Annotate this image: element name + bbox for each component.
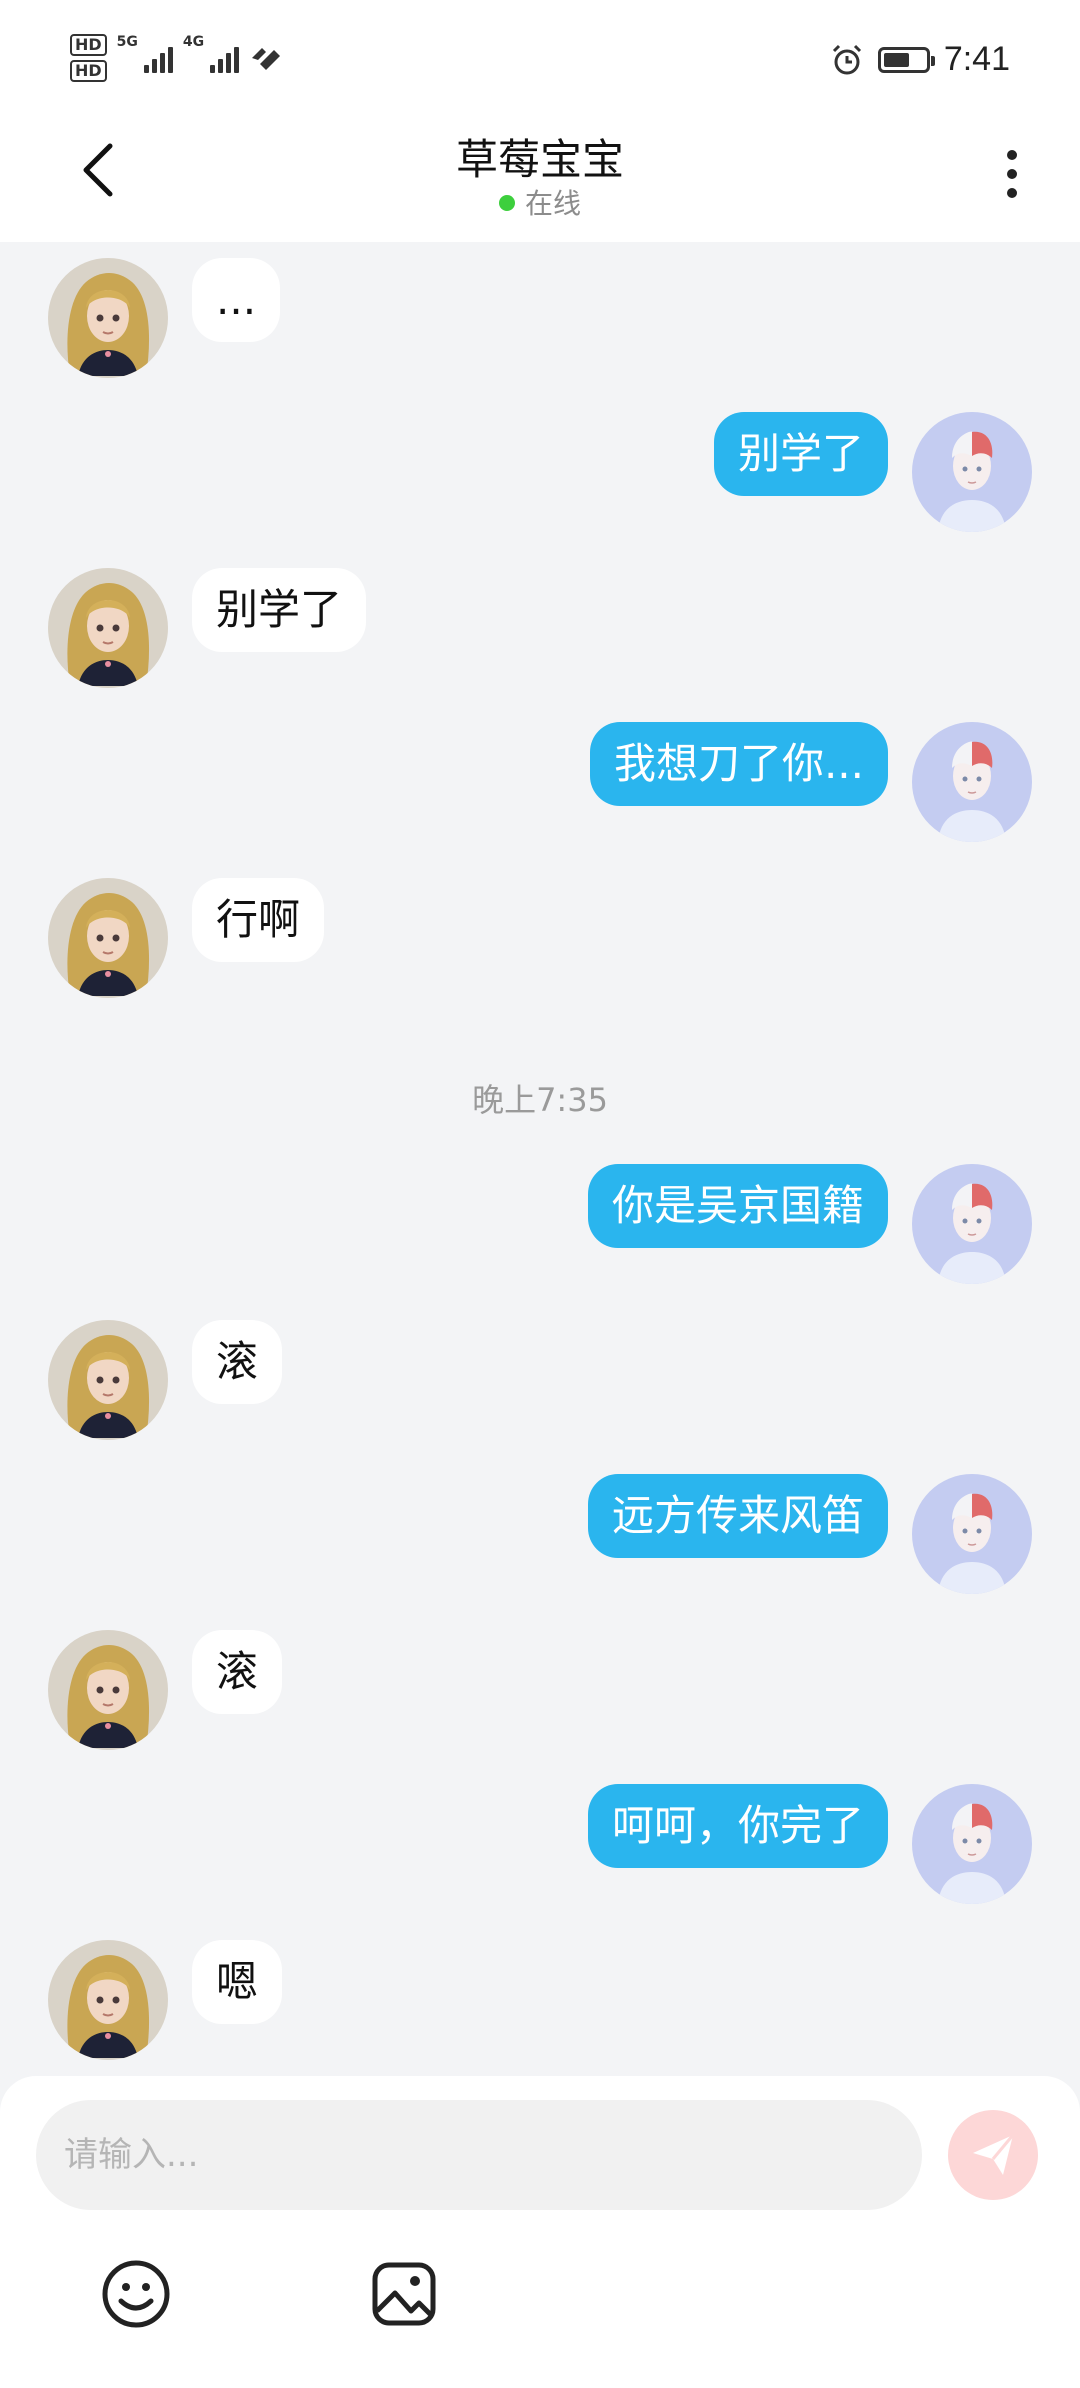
hd-badge-2: HD (70, 60, 107, 82)
my-avatar[interactable] (912, 1784, 1032, 1904)
message-bubble[interactable]: ... (192, 258, 281, 342)
emoji-button[interactable] (96, 2254, 176, 2334)
message-timestamp: 晚上7:35 (472, 1081, 608, 1119)
hd-badge-1: HD (70, 34, 107, 56)
hd-indicators: HD HD (70, 34, 107, 82)
image-icon (372, 2262, 436, 2326)
contact-avatar[interactable] (48, 878, 168, 998)
status-right: 7:41 (830, 40, 1010, 79)
online-status: 在线 (0, 182, 1080, 222)
message-bubble[interactable]: 你是吴京国籍 (587, 1164, 888, 1248)
send-button[interactable] (948, 2110, 1038, 2200)
message-bubble[interactable]: 呵呵，你完了 (587, 1784, 888, 1868)
network-type-1: 5G (116, 34, 138, 50)
more-options-button[interactable] (992, 144, 1032, 204)
contact-avatar[interactable] (48, 568, 168, 688)
my-avatar[interactable] (912, 1474, 1032, 1594)
signal-icon-2 (210, 43, 240, 73)
network-type-2: 4G (182, 34, 205, 50)
my-avatar[interactable] (912, 1164, 1032, 1284)
input-panel (0, 2076, 1080, 2388)
message-bubble[interactable]: 行啊 (192, 878, 325, 962)
message-bubble[interactable]: 嗯 (192, 1940, 283, 2024)
message-bubble[interactable]: 我想刀了你... (589, 722, 888, 806)
contact-avatar[interactable] (48, 1940, 168, 2060)
more-vertical-icon (1007, 150, 1017, 160)
contact-avatar[interactable] (48, 1320, 168, 1440)
online-status-label: 在线 (524, 187, 581, 220)
status-bar: HD HD 5G 4G 7:41 (0, 0, 1080, 124)
contact-avatar[interactable] (48, 258, 168, 378)
message-bubble[interactable]: 别学了 (713, 412, 888, 496)
clock: 7:41 (943, 40, 1010, 78)
emoji-icon (102, 2260, 170, 2328)
signal-icon (143, 43, 173, 73)
status-indicators: HD HD 5G 4G (70, 34, 283, 82)
message-input[interactable] (36, 2100, 922, 2210)
message-bubble[interactable]: 远方传来风笛 (587, 1474, 888, 1558)
message-bubble[interactable]: 滚 (192, 1630, 283, 1714)
contact-name: 草莓宝宝 (455, 135, 624, 184)
send-icon (973, 2134, 1015, 2175)
my-avatar[interactable] (912, 412, 1032, 532)
chat-header: 草莓宝宝 在线 (0, 124, 1080, 242)
alarm-icon (832, 44, 861, 74)
online-dot (498, 195, 515, 211)
image-button[interactable] (364, 2254, 444, 2334)
message-bubble[interactable]: 滚 (192, 1320, 283, 1404)
battery-icon (877, 46, 935, 73)
my-avatar[interactable] (912, 722, 1032, 842)
contact-avatar[interactable] (48, 1630, 168, 1750)
wifi-icon (252, 48, 281, 70)
message-bubble[interactable]: 别学了 (192, 568, 367, 652)
